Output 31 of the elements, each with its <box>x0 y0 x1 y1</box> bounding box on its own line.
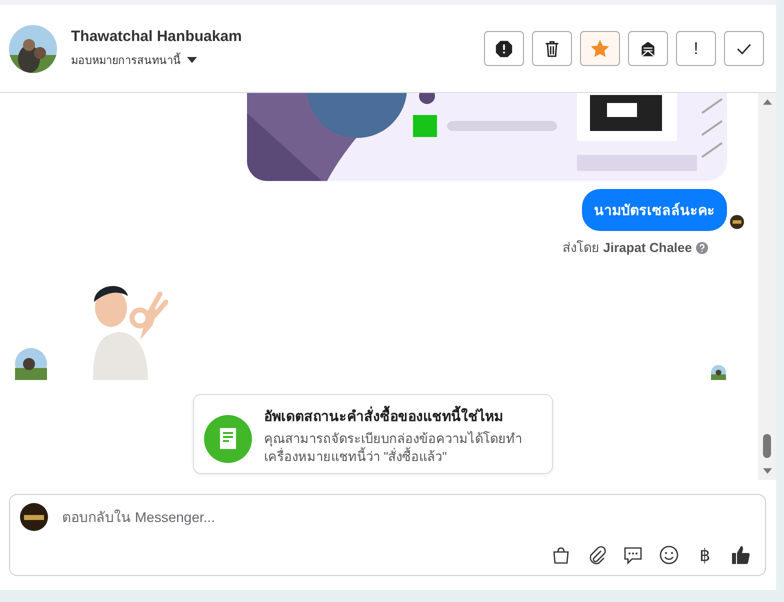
avatar <box>711 365 726 380</box>
currency-button[interactable]: ฿ <box>693 543 717 567</box>
help-icon[interactable] <box>696 242 708 254</box>
reply-box[interactable]: ตอบกลับใน Messenger... ฿ <box>9 494 766 576</box>
star-button[interactable] <box>580 31 620 66</box>
scroll-up-icon[interactable] <box>762 99 772 105</box>
trash-button[interactable] <box>532 31 572 66</box>
check-button[interactable] <box>724 31 764 66</box>
envelope-icon <box>639 40 657 58</box>
emoji-button[interactable] <box>657 543 681 567</box>
avatar <box>9 24 57 72</box>
avatar <box>20 503 48 531</box>
trash-icon <box>543 40 561 58</box>
message-bubble: นามบัตรเซลล์นะคะ <box>582 189 727 231</box>
report-button[interactable] <box>484 31 524 66</box>
scroll-thumb[interactable] <box>763 434 771 458</box>
receipt-icon <box>204 415 252 463</box>
mail-button[interactable] <box>628 31 668 66</box>
scroll-down-icon[interactable] <box>762 468 772 474</box>
assign-dropdown[interactable]: มอบหมายการสนทนานี้ <box>71 51 197 69</box>
caret-icon <box>187 57 197 63</box>
exclamation-octagon-icon <box>495 40 513 58</box>
card-text: คุณสามารถจัดระเบียบกล่องข้อความได้โดยทำเครื่องหมายแชทนี้ว่า "สั่งซื้อแล้ว" <box>264 430 523 466</box>
contact-name: Thawatchal Hanbuakam <box>71 28 243 45</box>
card-title: อัพเดตสถานะคำสั่งซื้อของแชทนี้ใช่ไหม <box>264 405 538 427</box>
sender-note: ส่งโดย Jirapat Chalee <box>562 239 692 257</box>
avatar <box>15 348 47 380</box>
scrollbar[interactable] <box>758 93 776 480</box>
avatar <box>730 215 744 229</box>
alert-button[interactable]: ! <box>676 31 716 66</box>
star-icon <box>591 40 609 58</box>
